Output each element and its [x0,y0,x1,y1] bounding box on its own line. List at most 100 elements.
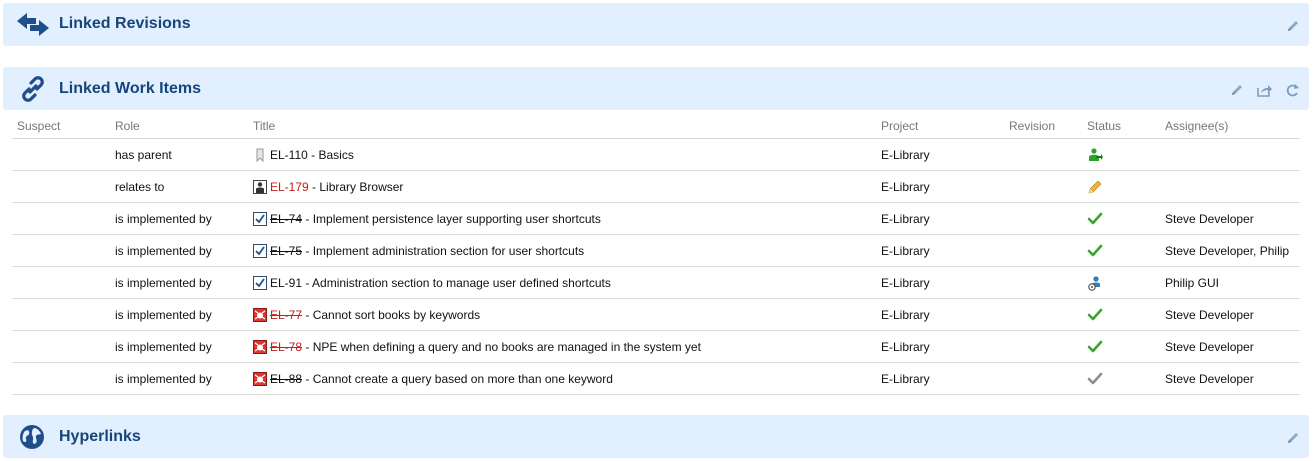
project-cell: E-Library [876,138,1004,171]
export-icon[interactable] [1256,82,1272,98]
project-cell: E-Library [876,170,1004,203]
suspect-cell [12,330,110,363]
edit-pencil-icon[interactable] [1285,18,1301,34]
suspect-cell [12,266,110,299]
check-gray-icon [1087,371,1103,387]
assignees-cell: Philip GUI [1160,266,1300,299]
role-cell: is implemented by [110,298,248,331]
user-arrow-icon [1087,147,1103,163]
revision-cell [1004,138,1082,171]
task-icon [253,211,267,226]
status-cell [1082,138,1160,171]
suspect-cell [12,298,110,331]
section-title: Hyperlinks [59,428,141,445]
role-cell: is implemented by [110,330,248,363]
linked-work-items-panel: Linked Work Items [3,67,1309,110]
column-header-role[interactable]: Role [110,113,248,139]
status-cell [1082,298,1160,331]
status-cell [1082,234,1160,267]
suspect-cell [12,202,110,235]
title-cell: EL-110 - Basics [248,138,876,171]
table-row[interactable]: is implemented by EL-77 - Cannot sort boo… [12,298,1300,331]
linked-revisions-panel: Linked Revisions [3,3,1309,46]
suspect-cell [12,170,110,203]
assignees-cell [1160,170,1300,203]
work-item-id-link[interactable]: EL-75 [270,244,302,258]
revision-cell [1004,362,1082,395]
edit-pencil-icon[interactable] [1285,430,1301,446]
suspect-cell [12,138,110,171]
work-item-title[interactable]: - Cannot create a query based on more th… [305,372,613,386]
task-icon [253,243,267,258]
work-item-id-link[interactable]: EL-179 [270,180,309,194]
title-cell: EL-88 - Cannot create a query based on m… [248,362,876,395]
revision-cell [1004,170,1082,203]
revision-cell [1004,330,1082,363]
title-cell: EL-91 - Administration section to manage… [248,266,876,299]
status-cell [1082,266,1160,299]
hyperlinks-panel: Hyperlinks [3,415,1309,458]
revision-cell [1004,202,1082,235]
table-row[interactable]: is implemented by EL-75 - Implement admin… [12,234,1300,267]
role-cell: is implemented by [110,362,248,395]
check-icon [1087,339,1103,355]
table-row[interactable]: is implemented by EL-78 - NPE when defini… [12,330,1300,363]
suspect-cell [12,234,110,267]
column-header-project[interactable]: Project [876,113,1004,139]
globe-icon [19,424,45,453]
refresh-icon[interactable] [1285,82,1301,98]
table-row[interactable]: has parent EL-110 - Basics E-Library [12,138,1300,171]
work-item-id-link[interactable]: EL-110 [270,148,308,162]
defect-icon [253,339,267,354]
work-item-title[interactable]: - NPE when defining a query and no books… [305,340,701,354]
section-title: Linked Revisions [59,15,191,32]
column-header-suspect[interactable]: Suspect [12,113,110,139]
status-cell [1082,202,1160,235]
column-header-title[interactable]: Title [248,113,876,139]
work-item-title[interactable]: - Library Browser [312,180,403,194]
revision-cell [1004,266,1082,299]
user-gear-icon [1087,275,1103,291]
title-cell: EL-75 - Implement administration section… [248,234,876,267]
status-cell [1082,170,1160,203]
column-header-assignees[interactable]: Assignee(s) [1160,113,1300,139]
work-item-title[interactable]: - Administration section to manage user … [305,276,611,290]
table-row[interactable]: is implemented by EL-88 - Cannot create a… [12,362,1300,395]
role-cell: is implemented by [110,202,248,235]
work-item-title[interactable]: - Cannot sort books by keywords [305,308,480,322]
project-cell: E-Library [876,298,1004,331]
work-item-id-link[interactable]: EL-77 [270,308,302,322]
table-row[interactable]: is implemented by EL-74 - Implement persi… [12,202,1300,235]
title-cell: EL-179 - Library Browser [248,170,876,203]
project-cell: E-Library [876,266,1004,299]
role-cell: has parent [110,138,248,171]
column-header-status[interactable]: Status [1082,113,1160,139]
assignees-cell: Steve Developer [1160,362,1300,395]
work-item-id-link[interactable]: EL-74 [270,212,302,226]
work-item-id-link[interactable]: EL-91 [270,276,302,290]
task-icon [253,275,267,290]
assignees-cell: Steve Developer [1160,298,1300,331]
suspect-cell [12,362,110,395]
work-item-title[interactable]: - Implement persistence layer supporting… [305,212,600,226]
assignees-cell: Steve Developer [1160,202,1300,235]
project-cell: E-Library [876,330,1004,363]
project-cell: E-Library [876,202,1004,235]
project-cell: E-Library [876,362,1004,395]
assignees-cell: Steve Developer, Philip [1160,234,1300,267]
work-item-title[interactable]: - Basics [311,148,354,162]
assignees-cell [1160,138,1300,171]
table-row[interactable]: relates to EL-179 - Library Browser E-Libr… [12,170,1300,203]
column-header-revision[interactable]: Revision [1004,113,1082,139]
work-item-id-link[interactable]: EL-78 [270,340,302,354]
title-cell: EL-74 - Implement persistence layer supp… [248,202,876,235]
check-icon [1087,243,1103,259]
status-cell [1082,330,1160,363]
work-item-id-link[interactable]: EL-88 [270,372,302,386]
edit-pencil-icon[interactable] [1229,82,1245,98]
table-row[interactable]: is implemented by EL-91 - Administration … [12,266,1300,299]
chain-link-icon [19,75,47,106]
role-cell: relates to [110,170,248,203]
title-cell: EL-77 - Cannot sort books by keywords [248,298,876,331]
work-item-title[interactable]: - Implement administration section for u… [305,244,584,258]
